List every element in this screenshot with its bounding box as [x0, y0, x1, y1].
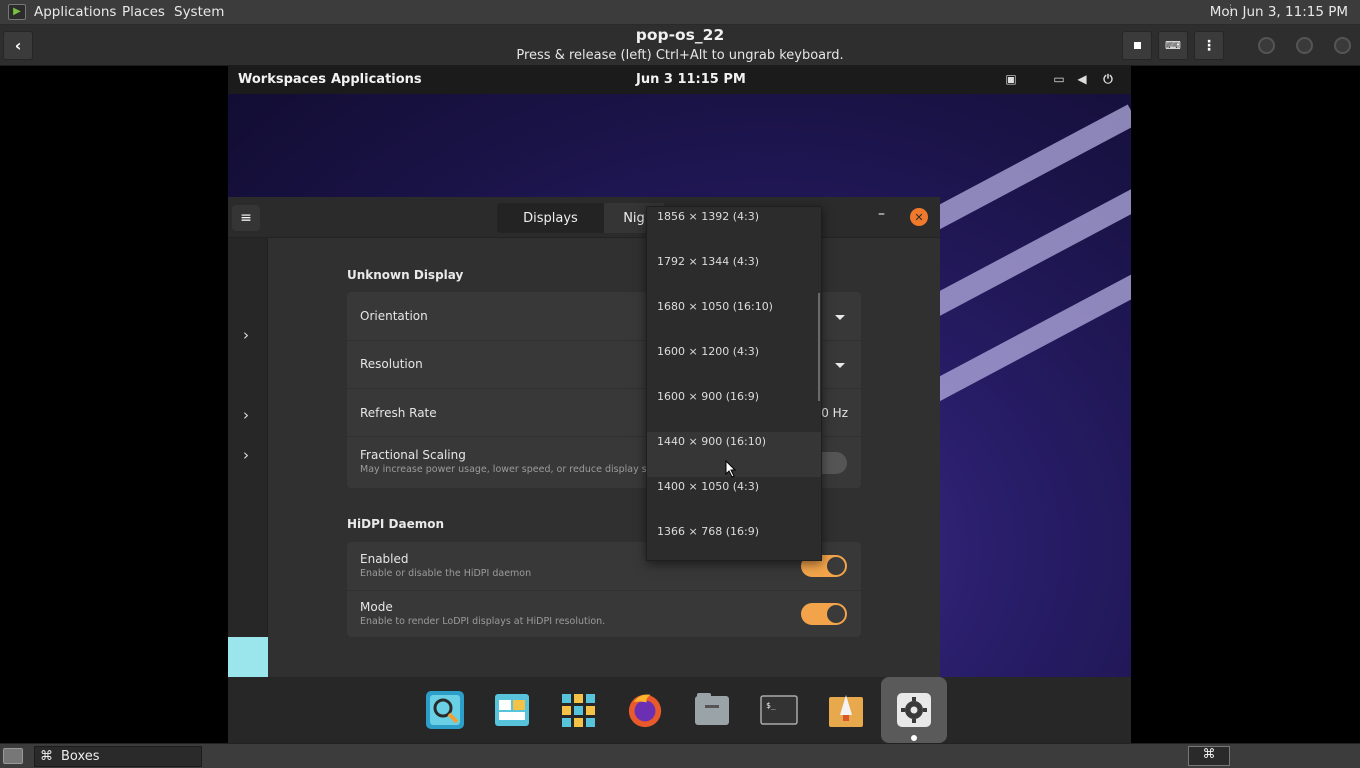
host-menu-system[interactable]: System [174, 4, 224, 20]
fractional-scaling-description: May increase power usage, lower speed, o… [360, 464, 694, 475]
app-grid-icon[interactable] [559, 691, 597, 729]
keyboard-icon: ⌨ [1165, 39, 1181, 52]
toggle-knob [827, 557, 845, 575]
minimize-button[interactable]: – [878, 207, 892, 221]
settings-icon[interactable] [895, 691, 933, 729]
maximize-window-button[interactable] [1296, 37, 1313, 54]
taskbar-item-boxes[interactable]: ⌘ Boxes [34, 746, 202, 767]
workspace-switcher-icon[interactable]: ⌘ [1188, 746, 1230, 766]
mode-description: Enable to render LoDPI displays at HiDPI… [360, 616, 606, 627]
boxes-app-icon: ⌘ [40, 749, 53, 764]
orientation-label: Orientation [360, 309, 428, 323]
close-window-button[interactable] [1334, 37, 1351, 54]
dropdown-scrollbar[interactable] [818, 293, 820, 401]
applications-button[interactable]: Applications [331, 72, 422, 87]
host-taskbar: ⌘ Boxes ⌘ [0, 743, 1360, 768]
hidpi-section-title: HiDPI Daemon [347, 517, 445, 531]
close-icon: ✕ [914, 210, 924, 224]
settings-content: Unknown Display Orientation Resolution R… [268, 238, 940, 677]
show-desktop-icon[interactable] [3, 748, 23, 764]
display-section-title: Unknown Display [347, 268, 464, 282]
minimize-window-button[interactable] [1258, 37, 1275, 54]
search-icon[interactable] [426, 691, 464, 729]
stop-icon [1133, 42, 1141, 49]
resolution-option[interactable]: 1366 × 768 (16:9) [647, 522, 821, 560]
hidpi-mode-toggle[interactable] [801, 603, 847, 625]
orientation-dropdown-icon[interactable] [835, 315, 845, 320]
taskbar-item-label: Boxes [61, 749, 100, 764]
host-menu-places[interactable]: Places [122, 4, 165, 20]
workspaces-icon[interactable] [493, 691, 531, 729]
guest-top-panel: Workspaces Applications Jun 3 11:15 PM ▣… [228, 66, 1131, 94]
settings-window: ≡ Displays Nig – ✕ › › › Unknown Display… [228, 197, 940, 677]
running-indicator [911, 735, 917, 741]
resolution-dropdown-list[interactable]: 1856 × 1392 (4:3) 1792 × 1344 (4:3) 1680… [646, 206, 822, 561]
files-icon[interactable] [693, 691, 731, 729]
display-icon[interactable]: ▭ [1052, 72, 1066, 86]
settings-sidebar: › › › [228, 238, 268, 677]
svg-text:$_: $_ [766, 701, 776, 710]
chevron-right-icon[interactable]: › [243, 446, 249, 464]
refresh-rate-value[interactable]: 0 Hz [821, 406, 848, 420]
resolution-option[interactable]: 1680 × 1050 (16:10) [647, 297, 821, 342]
workspaces-button[interactable]: Workspaces [238, 72, 326, 87]
fractional-scaling-label: Fractional Scaling [360, 448, 466, 462]
more-menu-button[interactable]: ⋮ [1194, 31, 1224, 60]
os-logo-icon[interactable]: ▶ [8, 4, 26, 20]
settings-header: ≡ Displays Nig – ✕ [228, 197, 940, 238]
terminal-icon[interactable]: $_ [760, 691, 798, 729]
host-menu-applications[interactable]: Applications [34, 4, 116, 20]
pop-shop-icon[interactable] [827, 691, 865, 729]
resolution-label: Resolution [360, 357, 423, 371]
close-button[interactable]: ✕ [910, 208, 928, 226]
enabled-label: Enabled [360, 552, 409, 566]
network-icon[interactable]: ▣ [1004, 72, 1018, 86]
volume-icon[interactable]: ◀ [1075, 72, 1089, 86]
firefox-icon[interactable] [626, 691, 664, 729]
host-clock[interactable]: Mon Jun 3, 11:15 PM [1210, 4, 1348, 20]
resolution-dropdown-icon[interactable] [835, 363, 845, 368]
send-keys-button[interactable]: ⌨ [1158, 31, 1188, 60]
toggle-knob [827, 605, 845, 623]
resolution-option[interactable]: 1600 × 1200 (4:3) [647, 342, 821, 387]
hamburger-icon: ≡ [240, 210, 252, 226]
host-top-panel: ▶ Applications Places System Mon Jun 3, … [0, 0, 1360, 25]
chevron-right-icon[interactable]: › [243, 326, 249, 344]
vm-title: pop-os_22 [635, 26, 725, 44]
resolution-option[interactable]: 1400 × 1050 (4:3) [647, 477, 821, 522]
mouse-cursor-icon [725, 460, 737, 478]
dock: $_ [228, 677, 1131, 743]
row-divider [347, 590, 861, 591]
hamburger-menu-button[interactable]: ≡ [232, 205, 260, 231]
tab-displays[interactable]: Displays [497, 203, 604, 233]
refresh-rate-label: Refresh Rate [360, 406, 437, 420]
power-icon[interactable]: ⏻ [1101, 72, 1115, 86]
resolution-option[interactable]: 1600 × 900 (16:9) [647, 387, 821, 432]
resolution-option[interactable]: 1856 × 1392 (4:3) [647, 207, 821, 252]
desktop-preview-tile [228, 637, 268, 677]
resolution-option[interactable]: 1792 × 1344 (4:3) [647, 252, 821, 297]
mode-label: Mode [360, 600, 393, 614]
enabled-description: Enable or disable the HiDPI daemon [360, 568, 532, 579]
kebab-icon: ⋮ [1202, 37, 1216, 54]
chevron-right-icon[interactable]: › [243, 406, 249, 424]
boxes-header-bar: ‹ pop-os_22 Press & release (left) Ctrl+… [0, 25, 1360, 66]
stop-button[interactable] [1122, 31, 1152, 60]
guest-clock[interactable]: Jun 3 11:15 PM [636, 72, 746, 87]
keyboard-grab-hint: Press & release (left) Ctrl+Alt to ungra… [516, 48, 844, 63]
